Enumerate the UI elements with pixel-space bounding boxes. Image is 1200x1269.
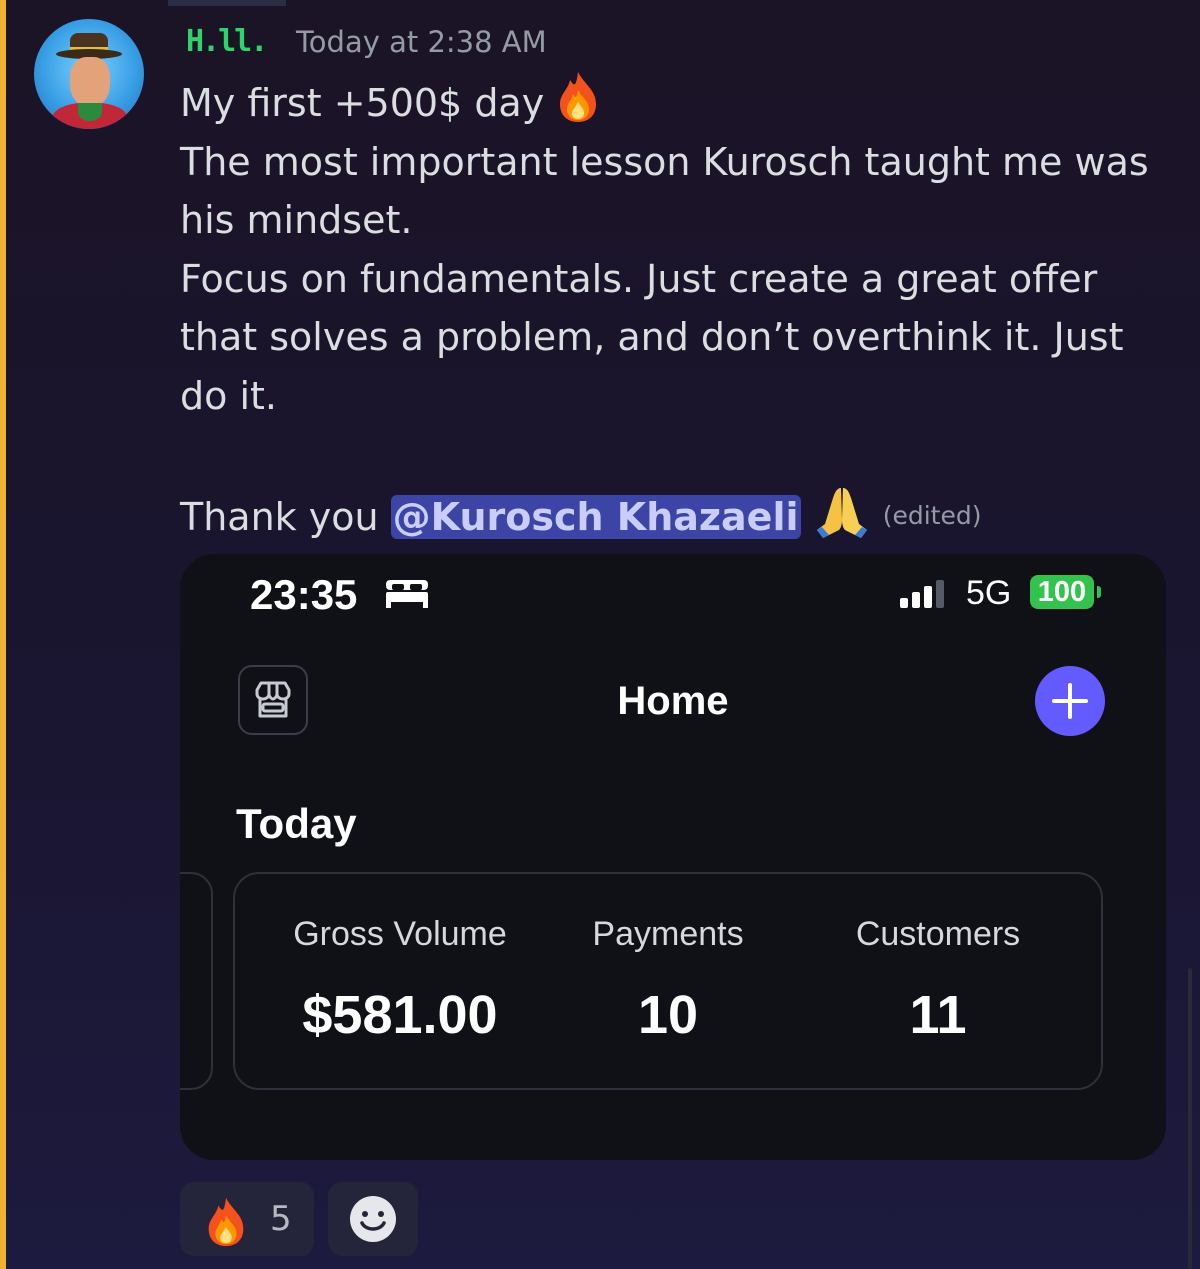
reaction-fire[interactable]: 5 xyxy=(180,1182,314,1256)
status-time: 23:35 xyxy=(250,571,358,618)
battery-tip xyxy=(1097,586,1101,598)
stat-value: $581.00 xyxy=(302,985,498,1045)
reaction-count: 5 xyxy=(270,1199,292,1239)
sleep-focus-icon xyxy=(386,580,428,608)
battery-indicator: 100 xyxy=(1030,575,1094,609)
author-username[interactable]: H.ll. xyxy=(186,26,268,58)
smiley-icon xyxy=(350,1196,396,1242)
author-avatar[interactable] xyxy=(34,19,144,129)
scrollbar[interactable] xyxy=(1188,968,1192,1269)
network-type: 5G xyxy=(966,574,1012,612)
message-content: My first +500$ day The most important le… xyxy=(180,70,1170,546)
section-heading: Today xyxy=(236,800,357,847)
add-reaction-button[interactable] xyxy=(328,1182,418,1256)
message-line-1: My first +500$ day xyxy=(180,70,1170,133)
stat-label: Customers xyxy=(855,915,1021,953)
stat-label: Payments xyxy=(592,915,744,953)
thanks-text: Thank you xyxy=(180,494,379,539)
add-button[interactable] xyxy=(1035,666,1105,736)
message-timestamp: Today at 2:38 AM xyxy=(296,25,547,59)
stat-value: 11 xyxy=(909,985,967,1045)
user-mention[interactable]: @Kurosch Khazaeli xyxy=(390,494,801,539)
image-attachment[interactable]: 23:35 5G 100 Home Today Gross Volume $58… xyxy=(180,554,1166,1160)
signal-strength-icon xyxy=(900,580,944,608)
screen-title: Home xyxy=(617,679,729,723)
stats-card[interactable]: Gross Volume $581.00 Payments 10 Custome… xyxy=(233,872,1103,1090)
folded-hands-emoji-icon xyxy=(816,487,867,538)
previous-card-edge[interactable] xyxy=(180,872,213,1090)
highlight-bar xyxy=(0,0,6,1269)
message-line-3: Focus on fundamentals. Just create a gre… xyxy=(180,256,1124,418)
plus-icon xyxy=(1052,683,1088,719)
edited-label: (edited) xyxy=(882,500,982,530)
message-line-2: The most important lesson Kurosch taught… xyxy=(180,139,1149,243)
message-thanks-line: Thank you @Kurosch Khazaeli (edited) xyxy=(180,484,1170,547)
message-blank-line xyxy=(180,425,1170,484)
fire-emoji-icon xyxy=(208,1197,244,1247)
previous-message-edge xyxy=(168,0,286,6)
stat-value: 10 xyxy=(637,985,699,1045)
fire-emoji-icon xyxy=(560,72,597,122)
stat-label: Gross Volume xyxy=(293,915,507,953)
message-line-1-text: My first +500$ day xyxy=(180,81,545,125)
